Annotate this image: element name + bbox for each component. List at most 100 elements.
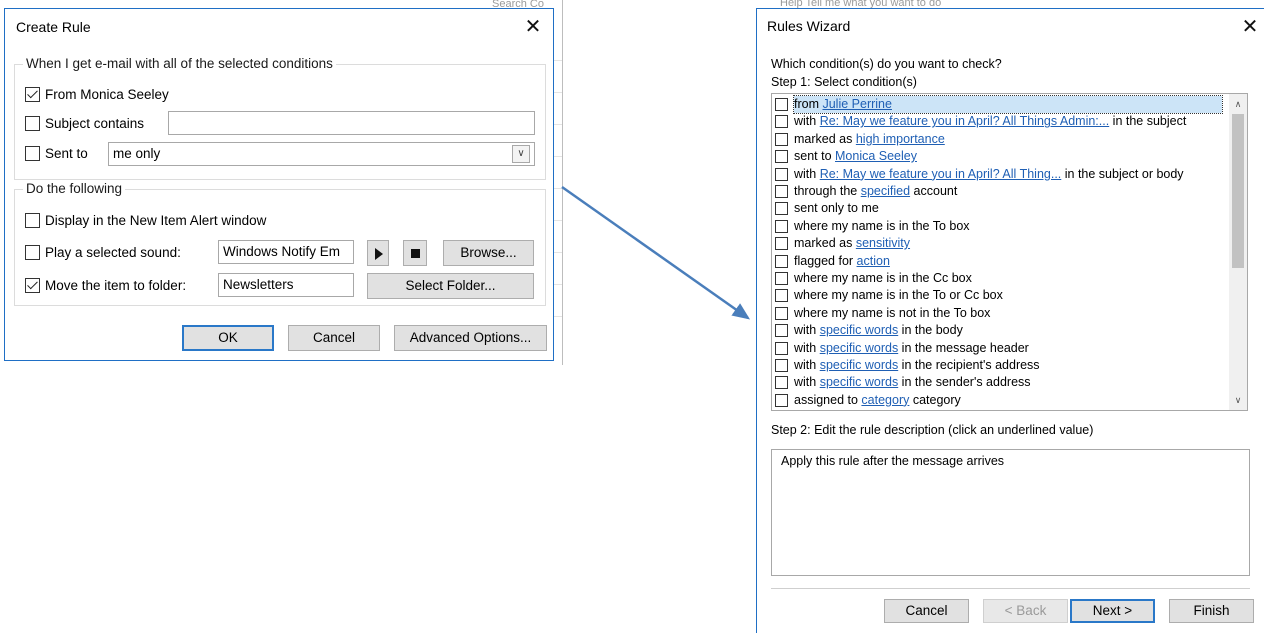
rule-description-box[interactable]: Apply this rule after the message arrive… (771, 449, 1250, 576)
subject-label: Subject contains (45, 116, 145, 131)
scrollbar-thumb[interactable] (1232, 114, 1244, 268)
condition-checkbox[interactable] (775, 219, 788, 233)
condition-value-link[interactable]: specified (861, 184, 910, 198)
condition-value-link[interactable]: sensitivity (856, 236, 910, 250)
condition-checkbox[interactable] (775, 237, 788, 251)
display-alert-label: Display in the New Item Alert window (45, 213, 267, 228)
condition-text: with specific words in the sender's addr… (794, 374, 1031, 391)
stop-icon (411, 249, 420, 258)
folder-field[interactable]: Newsletters (218, 273, 354, 297)
condition-row[interactable]: with specific words in the sender's addr… (772, 374, 1229, 391)
conditions-scrollbar[interactable]: ∧ ∨ (1229, 94, 1247, 410)
condition-value-link[interactable]: Re: May we feature you in April? All Thi… (820, 167, 1062, 181)
background-search-text: Search Co (492, 0, 544, 8)
condition-row[interactable]: marked as sensitivity (772, 235, 1229, 252)
condition-row[interactable]: with specific words in the recipient's a… (772, 357, 1229, 374)
condition-checkbox[interactable] (775, 359, 788, 372)
condition-value-link[interactable]: Monica Seeley (835, 149, 917, 163)
condition-text: where my name is not in the To box (794, 305, 990, 322)
condition-checkbox[interactable] (775, 393, 788, 407)
condition-row[interactable]: marked as high importance (772, 131, 1229, 148)
from-label: From Monica Seeley (45, 87, 169, 102)
back-button[interactable]: < Back (983, 599, 1068, 623)
sent-to-checkbox[interactable] (25, 146, 40, 161)
condition-checkbox[interactable] (775, 185, 788, 198)
sent-to-select[interactable]: me only (108, 142, 535, 166)
condition-value-link[interactable]: specific words (820, 323, 899, 337)
condition-row[interactable]: with Re: May we feature you in April? Al… (772, 113, 1229, 130)
condition-checkbox[interactable] (775, 132, 788, 146)
actions-group-title: Do the following (23, 181, 126, 196)
condition-row[interactable]: sent only to me (772, 200, 1229, 217)
from-checkbox[interactable] (25, 87, 40, 102)
condition-row[interactable]: with specific words in the message heade… (772, 340, 1229, 357)
condition-value-link[interactable]: Re: May we feature you in April? All Thi… (820, 114, 1110, 128)
condition-prefix: marked as (794, 236, 856, 251)
cancel-button[interactable]: Cancel (884, 599, 969, 623)
condition-checkbox[interactable] (775, 341, 788, 355)
condition-checkbox[interactable] (775, 115, 788, 129)
close-icon[interactable]: ✕ (1238, 15, 1262, 39)
condition-row[interactable]: sent to Monica Seeley (772, 148, 1229, 165)
condition-checkbox[interactable] (775, 167, 788, 181)
condition-row[interactable]: assigned to category category (772, 392, 1229, 409)
condition-value-link[interactable]: specific words (820, 375, 899, 389)
condition-checkbox[interactable] (775, 150, 788, 164)
condition-row[interactable]: through the specified account (772, 183, 1229, 200)
condition-checkbox[interactable] (775, 324, 788, 338)
browse-button[interactable]: Browse... (443, 240, 534, 266)
next-button[interactable]: Next > (1070, 599, 1155, 623)
condition-row[interactable]: where my name is not in the To box (772, 305, 1229, 322)
condition-value-link[interactable]: category (861, 393, 909, 407)
condition-row[interactable]: flagged for action (772, 253, 1229, 270)
condition-prefix: flagged for (794, 253, 857, 268)
move-folder-checkbox[interactable] (25, 278, 40, 293)
condition-text: from Julie Perrine (793, 95, 1223, 114)
display-alert-checkbox[interactable] (25, 213, 40, 228)
condition-row[interactable]: where my name is in the To or Cc box (772, 287, 1229, 304)
play-sound-checkbox[interactable] (25, 245, 40, 260)
scroll-up-icon[interactable]: ∧ (1229, 96, 1247, 112)
divider (771, 588, 1250, 589)
condition-value-link[interactable]: high importance (856, 132, 945, 146)
cancel-button[interactable]: Cancel (288, 325, 380, 351)
advanced-options-button[interactable]: Advanced Options... (394, 325, 547, 351)
condition-checkbox[interactable] (775, 376, 788, 390)
chevron-down-icon[interactable]: ∨ (512, 145, 530, 163)
sound-file-field[interactable]: Windows Notify Em (218, 240, 354, 264)
condition-text: sent to Monica Seeley (794, 148, 917, 165)
conditions-list: from Julie Perrine with Re: May we featur… (771, 93, 1248, 411)
stop-sound-button[interactable] (403, 240, 427, 266)
condition-row[interactable]: with specific words in the body (772, 322, 1229, 339)
condition-value-link[interactable]: specific words (820, 341, 899, 355)
close-icon[interactable]: ✕ (521, 15, 545, 39)
condition-checkbox[interactable] (775, 272, 788, 285)
condition-row[interactable]: where my name is in the Cc box (772, 270, 1229, 287)
condition-suffix: in the message header (898, 340, 1029, 355)
play-sound-button[interactable] (367, 240, 389, 266)
subject-input[interactable] (168, 111, 535, 135)
finish-button[interactable]: Finish (1169, 599, 1254, 623)
scroll-down-icon[interactable]: ∨ (1229, 392, 1247, 408)
subject-checkbox[interactable] (25, 116, 40, 131)
condition-value-link[interactable]: Julie Perrine (822, 97, 891, 111)
condition-text: assigned to category category (794, 392, 961, 409)
sent-to-label: Sent to (45, 146, 88, 161)
ok-button[interactable]: OK (182, 325, 274, 351)
condition-row[interactable]: with Re: May we feature you in April? Al… (772, 166, 1229, 183)
condition-checkbox[interactable] (775, 254, 788, 268)
condition-checkbox[interactable] (775, 306, 788, 320)
condition-row[interactable]: where my name is in the To box (772, 218, 1229, 235)
condition-value-link[interactable]: action (857, 254, 890, 268)
condition-checkbox[interactable] (775, 98, 788, 111)
select-folder-button[interactable]: Select Folder... (367, 273, 534, 299)
condition-text: marked as high importance (794, 131, 945, 148)
create-rule-dialog: Create Rule ✕ When I get e-mail with all… (4, 8, 554, 361)
condition-prefix: where my name is in the Cc box (794, 271, 972, 285)
condition-checkbox[interactable] (775, 289, 788, 303)
condition-row[interactable]: from Julie Perrine (772, 95, 1229, 114)
condition-text: through the specified account (794, 183, 957, 200)
condition-value-link[interactable]: specific words (820, 358, 899, 372)
condition-checkbox[interactable] (775, 202, 788, 216)
condition-text: sent only to me (794, 200, 879, 217)
